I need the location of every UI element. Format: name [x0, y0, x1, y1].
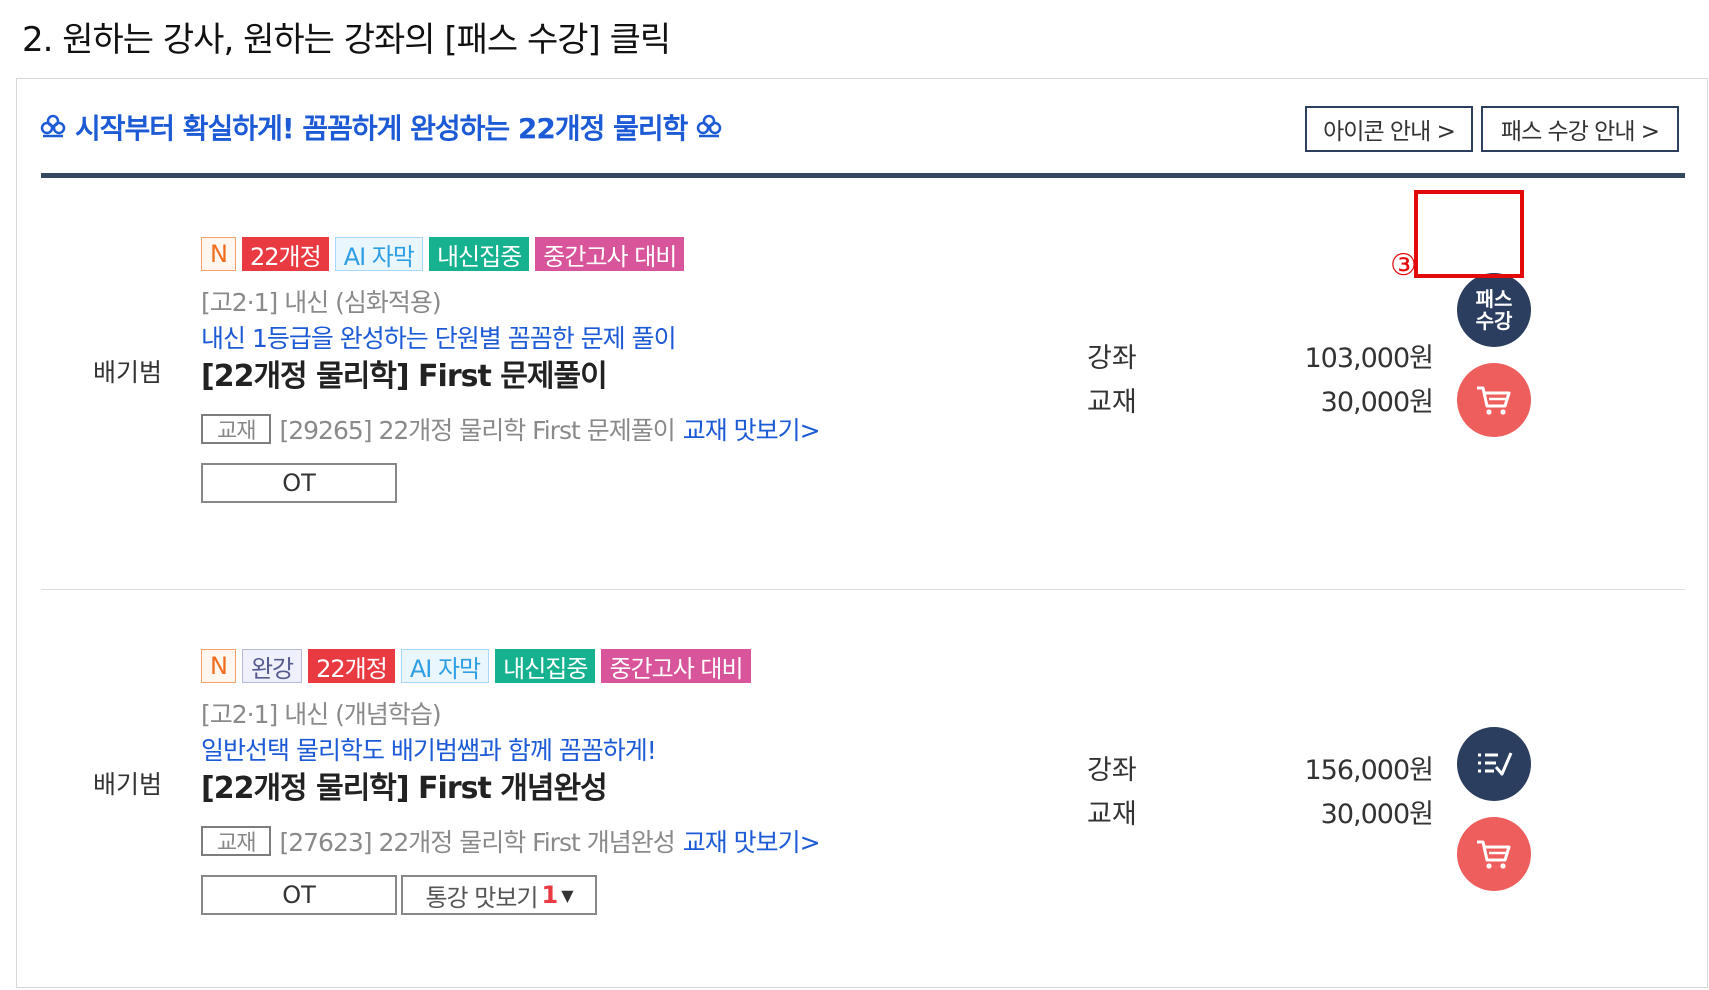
course-tagline: 일반선택 물리학도 배기범쌤과 함께 꼼꼼하게! — [201, 736, 657, 765]
textbook-label: 교재 — [201, 414, 272, 444]
textbook-row: 교재 [27623] 22개정 물리학 First 개념완성 교재 맛보기> — [201, 823, 821, 859]
course-title[interactable]: [22개정 물리학] First 문제풀이 — [201, 351, 608, 395]
sample-lecture-count: 1 — [541, 881, 559, 909]
add-to-cart-button[interactable] — [1457, 363, 1531, 437]
curriculum-badge: 22개정 — [308, 649, 395, 683]
textbook-label: 교재 — [201, 826, 272, 856]
course-tagline: 내신 1등급을 완성하는 단원별 꼼꼼한 문제 풀이 — [201, 324, 677, 353]
sample-lecture-dropdown[interactable]: 통강 맛보기 1 ▼ — [401, 875, 597, 915]
ot-button[interactable]: OT — [201, 875, 397, 915]
book-price-label: 교재 — [1087, 799, 1137, 830]
section-title-text: 시작부터 확실하게! 꼼꼼하게 완성하는 22개정 물리학 — [75, 112, 688, 145]
midterm-badge: 중간고사 대비 — [535, 237, 685, 271]
school-exam-badge: 내신집중 — [495, 649, 596, 683]
dropdown-arrow-icon: ▼ — [561, 885, 573, 905]
enroll-list-button[interactable] — [1457, 727, 1531, 801]
new-badge: N — [201, 237, 236, 271]
school-exam-badge: 내신집중 — [428, 237, 530, 271]
step-heading: 2. 원하는 강사, 원하는 강좌의 [패스 수강] 클릭 — [22, 20, 671, 60]
cart-icon — [1477, 840, 1511, 869]
textbook-name: [27623] 22개정 물리학 First 개념완성 — [279, 828, 675, 857]
clover-icon — [40, 114, 66, 138]
lecture-price: 103,000원 — [1304, 343, 1435, 374]
completed-badge: 완강 — [241, 649, 303, 683]
course-tags: N 완강 22개정 AI 자막 내신집중 중간고사 대비 — [201, 649, 751, 683]
price-labels: 강좌 교재 — [1087, 749, 1137, 837]
teacher-name: 배기범 — [93, 358, 163, 387]
section-title: 시작부터 확실하게! 꼼꼼하게 완성하는 22개정 물리학 — [39, 107, 723, 147]
textbook-preview-link[interactable]: 교재 맛보기> — [683, 411, 821, 447]
pass-enroll-button[interactable]: 패스 수강 — [1457, 273, 1531, 347]
add-to-cart-button[interactable] — [1457, 817, 1531, 891]
new-badge: N — [201, 649, 236, 683]
book-price: 30,000원 — [1320, 387, 1434, 418]
sample-lecture-label: 통강 맛보기 — [425, 883, 538, 912]
textbook-name: [29265] 22개정 물리학 First 문제풀이 — [279, 416, 675, 445]
pass-guide-button[interactable]: 패스 수강 안내 > — [1481, 106, 1679, 152]
course-title[interactable]: [22개정 물리학] First 개념완성 — [201, 763, 608, 807]
pass-enroll-label-line1: 패스 — [1475, 287, 1513, 311]
teacher-name: 배기범 — [93, 770, 163, 799]
lecture-price: 156,000원 — [1304, 755, 1435, 786]
ai-subtitle-badge: AI 자막 — [334, 237, 423, 271]
book-price: 30,000원 — [1320, 799, 1434, 830]
pass-enroll-label-line2: 수강 — [1475, 309, 1513, 333]
checklist-icon — [1478, 752, 1513, 776]
step-marker: ③ — [1390, 248, 1417, 283]
curriculum-badge: 22개정 — [241, 237, 329, 271]
midterm-badge: 중간고사 대비 — [601, 649, 751, 683]
clover-icon — [697, 114, 722, 138]
title-divider — [41, 173, 1685, 178]
price-labels: 강좌 교재 — [1087, 337, 1137, 425]
icon-guide-button[interactable]: 아이콘 안내 > — [1305, 106, 1473, 152]
course-level: [고2·1] 내신 (심화적용) — [201, 288, 442, 317]
textbook-preview-link[interactable]: 교재 맛보기> — [683, 823, 821, 859]
ot-button[interactable]: OT — [201, 463, 397, 503]
highlight-box — [1414, 190, 1524, 278]
price-values: 103,000원 30,000원 — [1267, 337, 1435, 425]
book-price-label: 교재 — [1087, 387, 1137, 418]
course-tags: N 22개정 AI 자막 내신집중 중간고사 대비 — [201, 237, 685, 271]
course-divider — [41, 589, 1685, 590]
lecture-price-label: 강좌 — [1087, 343, 1137, 374]
course-level: [고2·1] 내신 (개념학습) — [201, 700, 442, 729]
cart-icon — [1477, 386, 1511, 415]
textbook-row: 교재 [29265] 22개정 물리학 First 문제풀이 교재 맛보기> — [201, 411, 821, 447]
lecture-price-label: 강좌 — [1087, 755, 1137, 786]
price-values: 156,000원 30,000원 — [1267, 749, 1435, 837]
ai-subtitle-badge: AI 자막 — [400, 649, 490, 683]
